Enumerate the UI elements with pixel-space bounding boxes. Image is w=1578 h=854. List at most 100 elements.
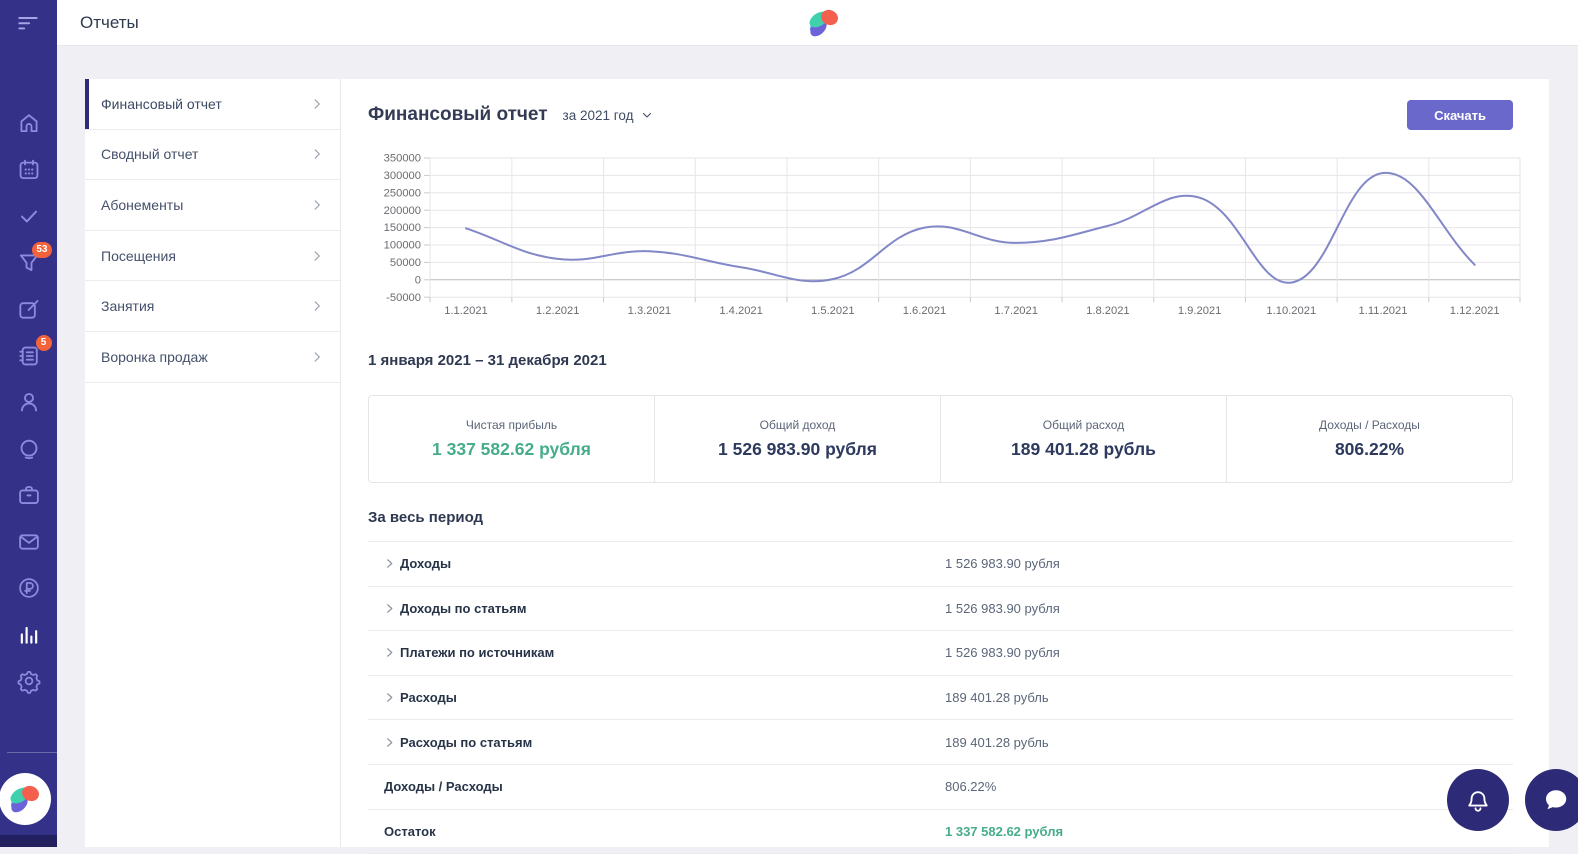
settings-gear-icon[interactable]	[16, 668, 42, 694]
menu-item-label: Финансовый отчет	[101, 95, 222, 112]
chevron-right-icon[interactable]	[384, 647, 400, 658]
row-label: Доходы по статьям	[400, 600, 527, 616]
svg-text:200000: 200000	[384, 205, 421, 217]
card-value: 189 401.28 рубль	[1011, 439, 1156, 459]
table-row-expenses-by-items[interactable]: Расходы по статьям 189 401.28 рубль	[368, 720, 1513, 765]
svg-text:300000: 300000	[384, 170, 421, 182]
chevron-right-icon	[310, 299, 324, 313]
report-panel: Финансовый отчет Сводный отчет Абонемент…	[85, 79, 1549, 854]
section-heading: За весь период	[368, 509, 484, 526]
row-label: Остаток	[384, 823, 436, 839]
notebook-icon[interactable]: 5	[16, 334, 52, 369]
menu-item-label: Занятия	[101, 298, 155, 315]
card-income-expense-ratio: Доходы / Расходы 806.22%	[1227, 396, 1512, 482]
period-selector[interactable]: за 2021 год	[563, 108, 653, 123]
face-icon[interactable]	[16, 436, 42, 462]
chat-bubble-icon	[1546, 790, 1567, 810]
menu-item-label: Воронка продаж	[101, 348, 208, 365]
row-value: 806.22%	[945, 779, 997, 795]
check-icon[interactable]	[16, 203, 42, 229]
table-row-incomes[interactable]: Доходы 1 526 983.90 рубля	[368, 542, 1513, 587]
table-row-income-expense-ratio: Доходы / Расходы 806.22%	[368, 765, 1513, 810]
chevron-right-icon[interactable]	[384, 603, 400, 614]
card-total-income: Общий доход 1 526 983.90 рубля	[655, 396, 941, 482]
svg-text:1.7.2021: 1.7.2021	[994, 305, 1038, 317]
card-value: 1 337 582.62 рубля	[432, 439, 591, 459]
row-value: 1 526 983.90 рубля	[945, 600, 1060, 616]
chevron-down-icon	[642, 112, 651, 118]
card-label: Доходы / Расходы	[1319, 418, 1420, 432]
page-title: Отчеты	[80, 13, 139, 32]
table-row-incomes-by-items[interactable]: Доходы по статьям 1 526 983.90 рубля	[368, 587, 1513, 632]
card-net-profit: Чистая прибыль 1 337 582.62 рубля	[369, 396, 655, 482]
svg-text:150000: 150000	[384, 222, 421, 234]
notifications-button[interactable]	[1447, 769, 1509, 831]
stats-icon[interactable]	[16, 622, 42, 648]
chevron-right-icon	[310, 198, 324, 212]
report-content: Финансовый отчет за 2021 год Скачать 350…	[341, 79, 1549, 854]
svg-text:1.8.2021: 1.8.2021	[1086, 305, 1130, 317]
svg-text:350000: 350000	[384, 153, 421, 165]
menu-item-classes[interactable]: Занятия	[85, 281, 340, 332]
menu-toggle-icon[interactable]	[15, 10, 41, 36]
filter-icon[interactable]: 53	[16, 241, 52, 276]
calendar-icon[interactable]	[16, 157, 42, 183]
app-logo[interactable]	[0, 773, 51, 825]
chevron-right-icon[interactable]	[384, 558, 400, 569]
table-row-payments-by-source[interactable]: Платежи по источникам 1 526 983.90 рубля	[368, 631, 1513, 676]
ruble-icon[interactable]	[16, 575, 42, 601]
row-label: Доходы	[400, 556, 452, 572]
svg-text:1.12.2021: 1.12.2021	[1450, 305, 1500, 317]
svg-text:1.4.2021: 1.4.2021	[719, 305, 763, 317]
mail-icon[interactable]	[16, 529, 42, 555]
main-sidebar: 53 5	[0, 0, 57, 847]
menu-item-label: Посещения	[101, 247, 176, 264]
bell-icon	[1468, 791, 1488, 812]
sidebar-bottom-strip	[0, 835, 57, 847]
row-label: Расходы	[400, 690, 457, 706]
row-label: Расходы по статьям	[400, 734, 533, 750]
filter-badge: 53	[32, 241, 52, 258]
row-label: Доходы / Расходы	[384, 779, 503, 795]
svg-text:1.5.2021: 1.5.2021	[811, 305, 855, 317]
chevron-right-icon[interactable]	[384, 692, 400, 703]
svg-text:0: 0	[415, 274, 421, 286]
compose-icon[interactable]	[16, 296, 42, 322]
row-label: Платежи по источникам	[400, 645, 555, 661]
menu-item-summary-report[interactable]: Сводный отчет	[85, 130, 340, 181]
svg-text:1.2.2021: 1.2.2021	[536, 305, 580, 317]
home-icon[interactable]	[16, 110, 42, 136]
svg-text:1.9.2021: 1.9.2021	[1178, 305, 1222, 317]
chat-button[interactable]	[1525, 769, 1578, 831]
table-row-expenses[interactable]: Расходы 189 401.28 рубль	[368, 676, 1513, 721]
card-value: 806.22%	[1334, 439, 1405, 459]
row-value: 189 401.28 рубль	[945, 690, 1049, 706]
period-selector-value: за 2021 год	[562, 107, 634, 123]
report-menu: Финансовый отчет Сводный отчет Абонемент…	[85, 79, 341, 847]
chevron-right-icon	[310, 147, 324, 161]
report-table: Доходы 1 526 983.90 рубля Доходы по стат…	[368, 541, 1513, 854]
menu-item-visits[interactable]: Посещения	[85, 231, 340, 282]
notebook-badge: 5	[35, 334, 52, 351]
menu-item-financial-report[interactable]: Финансовый отчет	[85, 79, 340, 130]
briefcase-icon[interactable]	[16, 482, 42, 508]
menu-item-sales-funnel[interactable]: Воронка продаж	[85, 332, 340, 383]
card-total-expense: Общий расход 189 401.28 рубль	[941, 396, 1227, 482]
menu-item-label: Абонементы	[101, 196, 184, 213]
menu-item-subscriptions[interactable]: Абонементы	[85, 180, 340, 231]
svg-text:100000: 100000	[384, 240, 421, 252]
topbar: Отчеты	[57, 0, 1578, 46]
svg-text:1.6.2021: 1.6.2021	[903, 305, 947, 317]
sidebar-divider	[7, 752, 57, 753]
report-title: Финансовый отчет	[368, 104, 548, 125]
line-chart-canvas: 350000 300000 250000 200000 150000 100000 5000…	[384, 153, 1521, 317]
chevron-right-icon[interactable]	[384, 737, 400, 748]
user-icon[interactable]	[16, 389, 42, 415]
card-label: Чистая прибыль	[465, 418, 558, 432]
financial-chart: 350000 300000 250000 200000 150000 100000 5000…	[368, 152, 1521, 328]
date-range-heading: 1 января 2021 – 31 декабря 2021	[368, 352, 607, 369]
download-button[interactable]: Скачать	[1407, 100, 1513, 130]
row-value: 1 526 983.90 рубля	[945, 645, 1060, 661]
row-value: 1 526 983.90 рубля	[945, 556, 1060, 572]
svg-text:1.3.2021: 1.3.2021	[628, 305, 672, 317]
